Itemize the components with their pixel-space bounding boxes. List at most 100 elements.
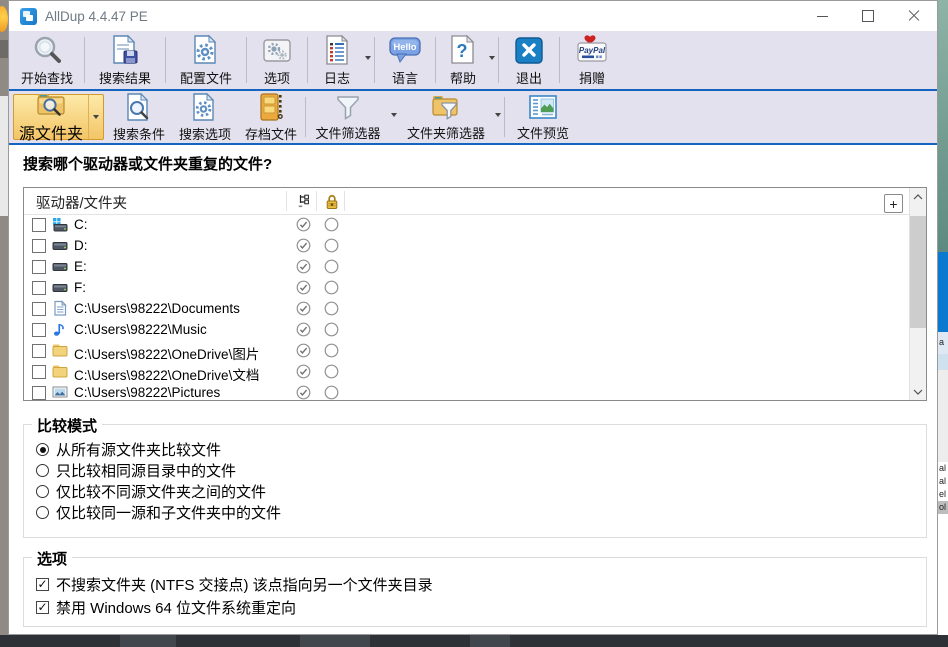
radio-compare-source-and-subfolders[interactable]: 仅比较同一源和子文件夹中的文件 <box>24 502 926 523</box>
row-checkbox[interactable] <box>32 302 46 316</box>
toolbar-button-file-filter[interactable]: 文件筛选器 <box>307 91 399 143</box>
recurse-check-icon[interactable] <box>296 217 311 232</box>
radio-icon[interactable] <box>36 485 49 498</box>
recurse-check-icon[interactable] <box>296 343 311 358</box>
list-item[interactable]: D: <box>24 235 909 256</box>
background-window-fragment: a al al el ol <box>938 0 948 635</box>
toolbar-button-start-search[interactable]: 开始查找 <box>11 31 83 89</box>
toolbar-button-log[interactable]: 日志 <box>309 31 373 89</box>
checkbox-disable-wow64-redirection[interactable]: 禁用 Windows 64 位文件系统重定向 <box>24 596 926 619</box>
protect-circle-icon[interactable] <box>324 343 339 358</box>
protect-circle-icon[interactable] <box>324 280 339 295</box>
row-checkbox[interactable] <box>32 218 46 232</box>
toolbar-button-file-preview[interactable]: 文件预览 <box>506 91 580 143</box>
checkbox-icon[interactable] <box>36 601 49 614</box>
recurse-check-icon[interactable] <box>296 280 311 295</box>
source-folders-panel: 搜索哪个驱动器或文件夹重复的文件? 驱动器/文件夹 C: <box>9 145 937 634</box>
toolbar-button-options[interactable]: 选项 <box>248 31 306 89</box>
checkbox-icon[interactable] <box>36 578 49 591</box>
protect-lock-column-icon[interactable] <box>325 193 339 210</box>
paypal-donate-icon: PayPal <box>575 34 609 66</box>
drive-icon <box>52 258 68 274</box>
toolbar-button-source-folders[interactable]: 源文件夹 <box>13 94 104 140</box>
options-group: 选项 不搜索文件夹 (NTFS 交接点) 该点指向另一个文件夹目录 禁用 Win… <box>23 557 927 627</box>
toolbar-button-folder-filter[interactable]: 文件夹筛选器 <box>399 91 503 143</box>
protect-circle-icon[interactable] <box>324 259 339 274</box>
maximize-button[interactable] <box>845 1 891 31</box>
toolbar-button-search-criteria[interactable]: 搜索条件 <box>106 91 172 143</box>
svg-text:PayPal: PayPal <box>579 46 606 55</box>
taskbar[interactable] <box>0 635 948 647</box>
row-checkbox[interactable] <box>32 260 46 274</box>
folder-icon <box>52 363 68 379</box>
search-start-icon <box>31 34 63 66</box>
recurse-check-icon[interactable] <box>296 259 311 274</box>
row-checkbox[interactable] <box>32 365 46 379</box>
file-filter-dropdown-arrow-icon[interactable] <box>391 113 397 117</box>
row-checkbox[interactable] <box>32 323 46 337</box>
protect-circle-icon[interactable] <box>324 322 339 337</box>
row-checkbox[interactable] <box>32 386 46 400</box>
window-title: AllDup 4.4.47 PE <box>45 9 148 24</box>
source-folders-dropdown-arrow-icon[interactable] <box>88 95 103 139</box>
log-dropdown-arrow-icon[interactable] <box>365 56 371 60</box>
scroll-up-icon[interactable] <box>910 188 926 205</box>
radio-compare-all-sources[interactable]: 从所有源文件夹比较文件 <box>24 439 926 460</box>
row-checkbox[interactable] <box>32 281 46 295</box>
toolbar-button-language[interactable]: Hello 语言 <box>376 31 434 89</box>
protect-circle-icon[interactable] <box>324 364 339 379</box>
help-dropdown-arrow-icon[interactable] <box>489 56 495 60</box>
protect-circle-icon[interactable] <box>324 301 339 316</box>
subfolder-recursion-column-icon[interactable] <box>297 193 311 209</box>
list-item[interactable]: C:\Users\98222\Music <box>24 319 909 340</box>
list-header[interactable]: 驱动器/文件夹 <box>24 188 909 215</box>
row-checkbox[interactable] <box>32 239 46 253</box>
secondary-toolbar: 源文件夹 搜索条件 搜索选项 存档文件 文 <box>9 91 937 143</box>
toolbar-button-profile[interactable]: 配置文件 <box>167 31 245 89</box>
pictures-icon <box>52 384 68 400</box>
toolbar-button-search-results[interactable]: 搜索结果 <box>86 31 164 89</box>
close-button[interactable] <box>891 1 937 31</box>
recurse-check-icon[interactable] <box>296 301 311 316</box>
options-title: 选项 <box>32 548 72 569</box>
list-scrollbar[interactable] <box>909 188 926 400</box>
list-item[interactable]: C:\Users\98222\OneDrive\文档 <box>24 361 909 382</box>
radio-compare-different-sources[interactable]: 仅比较不同源文件夹之间的文件 <box>24 481 926 502</box>
toolbar-button-help[interactable]: ? 帮助 <box>437 31 497 89</box>
scrollbar-thumb[interactable] <box>910 216 926 328</box>
folder-filter-dropdown-arrow-icon[interactable] <box>495 113 501 117</box>
list-item[interactable]: E: <box>24 256 909 277</box>
radio-icon[interactable] <box>36 464 49 477</box>
alldup-window: AllDup 4.4.47 PE 开始查找 搜索结果 配置文件 <box>8 0 938 635</box>
list-item[interactable]: F: <box>24 277 909 298</box>
list-item[interactable]: C:\Users\98222\Documents <box>24 298 909 319</box>
list-item[interactable]: C:\Users\98222\Pictures <box>24 382 909 400</box>
recurse-check-icon[interactable] <box>296 322 311 337</box>
list-item[interactable]: C: <box>24 214 909 235</box>
recurse-check-icon[interactable] <box>296 238 311 253</box>
recurse-check-icon[interactable] <box>296 385 311 400</box>
panel-heading: 搜索哪个驱动器或文件夹重复的文件? <box>23 153 272 174</box>
titlebar[interactable]: AllDup 4.4.47 PE <box>9 1 937 31</box>
scroll-down-icon[interactable] <box>910 383 926 400</box>
radio-icon[interactable] <box>36 506 49 519</box>
toolbar-button-archive-files[interactable]: 存档文件 <box>238 91 304 143</box>
file-filter-icon <box>334 93 362 121</box>
list-item[interactable]: C:\Users\98222\OneDrive\图片 <box>24 340 909 361</box>
radio-icon[interactable] <box>36 443 49 456</box>
folder-rows: C: D: E: <box>24 214 909 400</box>
column-header-drives-folders[interactable]: 驱动器/文件夹 <box>36 192 127 213</box>
toolbar-button-search-options[interactable]: 搜索选项 <box>172 91 238 143</box>
toolbar-button-donate[interactable]: PayPal 捐赠 <box>561 31 623 89</box>
protect-circle-icon[interactable] <box>324 385 339 400</box>
toolbar-button-exit[interactable]: 退出 <box>500 31 558 89</box>
checkbox-skip-ntfs-junctions[interactable]: 不搜索文件夹 (NTFS 交接点) 该点指向另一个文件夹目录 <box>24 573 926 596</box>
protect-circle-icon[interactable] <box>324 217 339 232</box>
row-checkbox[interactable] <box>32 344 46 358</box>
add-folder-button[interactable]: + <box>884 194 903 213</box>
radio-compare-same-source[interactable]: 只比较相同源目录中的文件 <box>24 460 926 481</box>
recurse-check-icon[interactable] <box>296 364 311 379</box>
protect-circle-icon[interactable] <box>324 238 339 253</box>
minimize-button[interactable] <box>799 1 845 31</box>
profile-file-icon <box>190 34 222 66</box>
